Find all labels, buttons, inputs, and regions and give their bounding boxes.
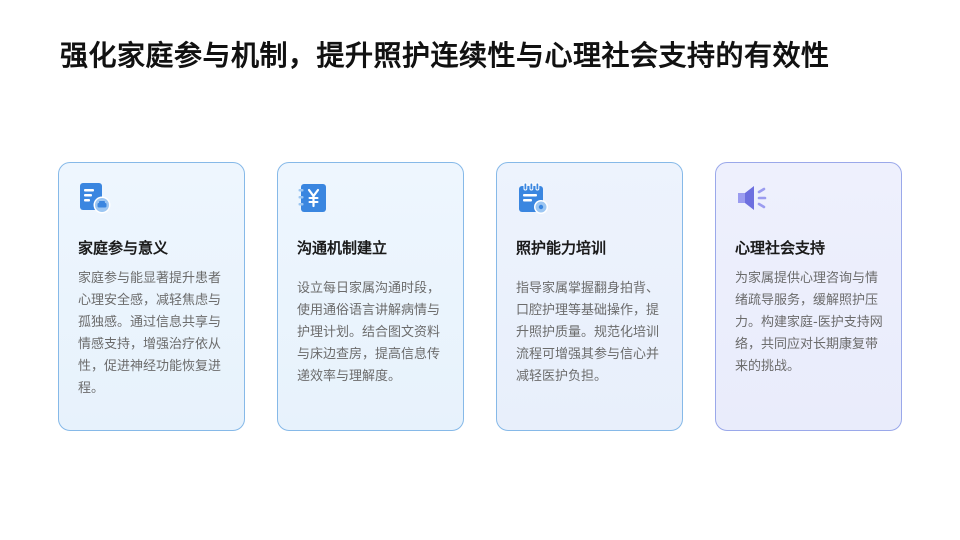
card-row: 家庭参与意义 家庭参与能显著提升患者心理安全感，减轻焦虑与孤独感。通过信息共享与…: [58, 162, 902, 431]
card-title: 照护能力培训: [516, 239, 607, 257]
card-body: 指导家属掌握翻身拍背、口腔护理等基础操作，提升照护质量。规范化培训流程可增强其参…: [516, 281, 660, 384]
card-family-participation: 家庭参与意义 家庭参与能显著提升患者心理安全感，减轻焦虑与孤独感。通过信息共享与…: [58, 162, 245, 431]
card-title: 心理社会支持: [735, 239, 826, 257]
speaker-icon: [738, 186, 767, 210]
card-communication: 沟通机制建立 设立每日家属沟通时段，使用通俗语言讲解病情与护理计划。结合图文资料…: [277, 162, 464, 431]
card-care-training: 照护能力培训 指导家属掌握翻身拍背、口腔护理等基础操作，提升照护质量。规范化培训…: [496, 162, 683, 431]
document-car-icon: [80, 183, 111, 214]
slide-title: 强化家庭参与机制，提升照护连续性与心理社会支持的有效性: [60, 39, 830, 72]
card-title: 家庭参与意义: [78, 239, 169, 257]
calendar-clipboard-icon: [519, 182, 548, 214]
card-title: 沟通机制建立: [297, 239, 388, 257]
yuan-notebook-icon: [298, 184, 326, 212]
card-body: 为家属提供心理咨询与情绪疏导服务，缓解照护压力。构建家庭-医护支持网络，共同应对…: [735, 271, 883, 374]
card-psychosocial-support: 心理社会支持 为家属提供心理咨询与情绪疏导服务，缓解照护压力。构建家庭-医护支持…: [715, 162, 902, 431]
card-body: 设立每日家属沟通时段，使用通俗语言讲解病情与护理计划。结合图文资料与床边查房，提…: [297, 281, 441, 384]
card-body: 家庭参与能显著提升患者心理安全感，减轻焦虑与孤独感。通过信息共享与情感支持，增强…: [78, 271, 222, 396]
